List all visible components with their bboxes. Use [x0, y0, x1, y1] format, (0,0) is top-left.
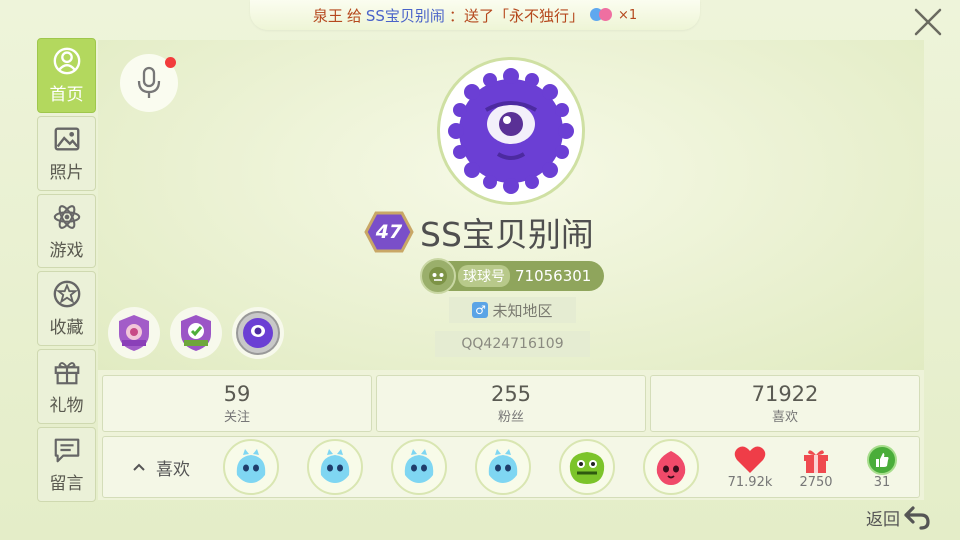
purple-eye-creature-icon: [448, 68, 574, 194]
back-label: 返回: [866, 509, 900, 530]
male-gender-icon: ♂: [472, 302, 489, 318]
nav-item-gifts[interactable]: 礼物: [37, 349, 96, 425]
stat-following[interactable]: 59 关注: [102, 375, 372, 432]
return-arrow-icon: [904, 506, 930, 530]
microphone-icon: [137, 66, 161, 98]
name-row: 47 SS宝贝别闹: [364, 210, 664, 254]
liked-items: [223, 439, 699, 495]
close-icon: [914, 8, 942, 36]
location: ♂ 未知地区: [449, 297, 576, 323]
likes-row: 喜欢 71.92k 2750 31: [102, 436, 920, 498]
nav-item-home[interactable]: 首页: [37, 38, 96, 113]
liked-item[interactable]: [391, 439, 447, 495]
check-shield-icon: [181, 315, 211, 351]
liked-item[interactable]: [559, 439, 615, 495]
blue-blob-icon: [320, 449, 350, 483]
gift-box-icon: [804, 449, 828, 473]
qq-number: QQ424716109: [435, 331, 590, 357]
green-monster-icon: [569, 452, 605, 484]
close-button[interactable]: [900, 2, 956, 42]
nav-label: 收藏: [49, 318, 84, 339]
blue-blob-icon: [236, 449, 266, 483]
message-icon: [54, 438, 79, 463]
thumbs-count: 31: [873, 474, 891, 490]
voice-button[interactable]: [120, 54, 178, 112]
badge-item[interactable]: [108, 307, 160, 359]
nav-item-games[interactable]: 游戏: [37, 193, 96, 269]
banner-count: ×1: [617, 7, 638, 23]
blue-blob-icon: [488, 449, 518, 483]
back-button[interactable]: 返回: [866, 504, 931, 530]
likes-toggle[interactable]: 喜欢: [103, 455, 219, 480]
badge-item[interactable]: [232, 307, 284, 359]
likes-counters: 71.92k 2750 31: [727, 444, 905, 490]
stats-row: 59 关注 255 粉丝 71922 喜欢: [102, 375, 920, 432]
stat-value: 255: [490, 382, 532, 406]
stat-value: 71922: [751, 382, 819, 406]
gift-notification-banner: 泉王 给 SS宝贝别闹 ：送了「永不独行」 ×1: [250, 0, 700, 30]
stat-label: 关注: [223, 410, 250, 425]
gift-icon: [54, 362, 79, 385]
pink-blob-icon: [656, 451, 686, 485]
thumbs-up-icon: [867, 444, 897, 475]
stat-fans[interactable]: 255 粉丝: [376, 375, 646, 432]
heart-count: 71.92k: [727, 474, 773, 490]
player-id-value: 71056301: [515, 267, 592, 285]
avatar[interactable]: [437, 57, 585, 205]
player-id-label: 球球号: [458, 265, 510, 287]
user-icon: [53, 47, 80, 75]
liked-item[interactable]: [475, 439, 531, 495]
nav-item-collection[interactable]: 收藏: [37, 271, 96, 347]
gift-item-icon: [588, 4, 614, 26]
level-badge: 47: [364, 211, 414, 253]
purple-creature-badge-icon: [236, 311, 280, 355]
target-shield-icon: [119, 315, 149, 351]
banner-sender: 泉王: [312, 6, 343, 25]
liked-item[interactable]: [307, 439, 363, 495]
gift-count: 2750: [799, 474, 833, 490]
nav-label: 礼物: [49, 396, 84, 417]
gift-counter[interactable]: 2750: [793, 445, 839, 490]
atom-icon: [53, 204, 80, 229]
nav-label: 留言: [49, 474, 84, 495]
profile-panel: 47 SS宝贝别闹 球球号 71056301 ♂ 未知地区 QQ42471610…: [98, 40, 924, 500]
banner-recipient: SS宝贝别闹: [365, 6, 445, 25]
nav-label: 游戏: [49, 240, 84, 261]
likes-label: 喜欢: [156, 459, 190, 480]
stat-value: 59: [223, 382, 251, 406]
badge-item[interactable]: [170, 307, 222, 359]
stat-label: 粉丝: [497, 410, 524, 425]
blue-blob-icon: [404, 449, 434, 483]
star-badge-icon: [53, 281, 80, 308]
nav-label: 照片: [49, 162, 84, 183]
heart-icon: [734, 446, 766, 473]
nav-item-messages[interactable]: 留言: [37, 427, 96, 502]
liked-item[interactable]: [223, 439, 279, 495]
achievement-badges: [108, 307, 284, 359]
username: SS宝贝别闹: [420, 215, 594, 254]
stat-likes[interactable]: 71922 喜欢: [650, 375, 920, 432]
photo-icon: [54, 127, 79, 151]
nav-item-photos[interactable]: 照片: [37, 115, 96, 191]
notification-dot: [165, 57, 176, 68]
chevron-up-icon: [133, 463, 145, 471]
banner-action: ：送了「永不独行」: [448, 6, 584, 25]
player-face-icon: [420, 258, 456, 294]
heart-counter[interactable]: 71.92k: [727, 445, 773, 490]
nav-label: 首页: [49, 84, 84, 105]
banner-verb: 给: [346, 6, 362, 25]
liked-item[interactable]: [643, 439, 699, 495]
stat-label: 喜欢: [771, 410, 798, 425]
player-id-pill: 球球号 71056301: [420, 258, 604, 294]
profile-header: 47 SS宝贝别闹 球球号 71056301 ♂ 未知地区 QQ42471610…: [98, 40, 924, 370]
location-text: 未知地区: [492, 301, 553, 320]
thumbs-counter[interactable]: 31: [859, 444, 905, 490]
sidebar-nav: 首页 照片 游戏 收藏 礼物 留言: [37, 38, 96, 502]
level-value: 47: [375, 221, 403, 243]
